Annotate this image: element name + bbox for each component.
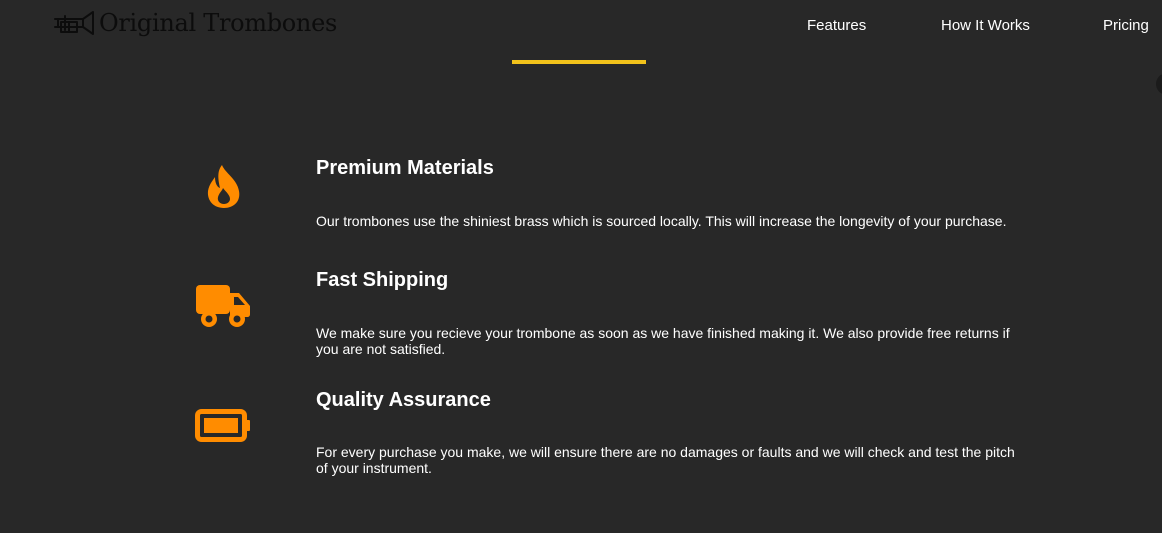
truck-icon (196, 285, 250, 327)
logo[interactable]: Original Trombones (53, 8, 337, 38)
active-section-indicator (512, 60, 646, 64)
logo-text: Original Trombones (99, 9, 338, 37)
feature-title: Premium Materials (316, 157, 494, 179)
feature-description: Our trombones use the shiniest brass whi… (316, 213, 1007, 229)
feature-title: Fast Shipping (316, 269, 449, 291)
fire-icon (207, 165, 240, 208)
page: Original Trombones Features How It Works… (0, 0, 1162, 533)
site-header: Original Trombones Features How It Works… (0, 0, 1162, 52)
nav-link-how-it-works[interactable]: How It Works (941, 17, 1030, 35)
feature-title: Quality Assurance (316, 389, 491, 411)
edge-scroll-button[interactable] (1156, 73, 1162, 95)
feature-description: We make sure you recieve your trombone a… (316, 325, 1010, 357)
feature-description: For every purchase you make, we will ens… (316, 444, 1015, 476)
nav-link-features[interactable]: Features (807, 17, 866, 35)
trombone-icon (54, 11, 94, 35)
battery-icon (195, 409, 250, 442)
nav-link-pricing[interactable]: Pricing (1103, 17, 1149, 35)
